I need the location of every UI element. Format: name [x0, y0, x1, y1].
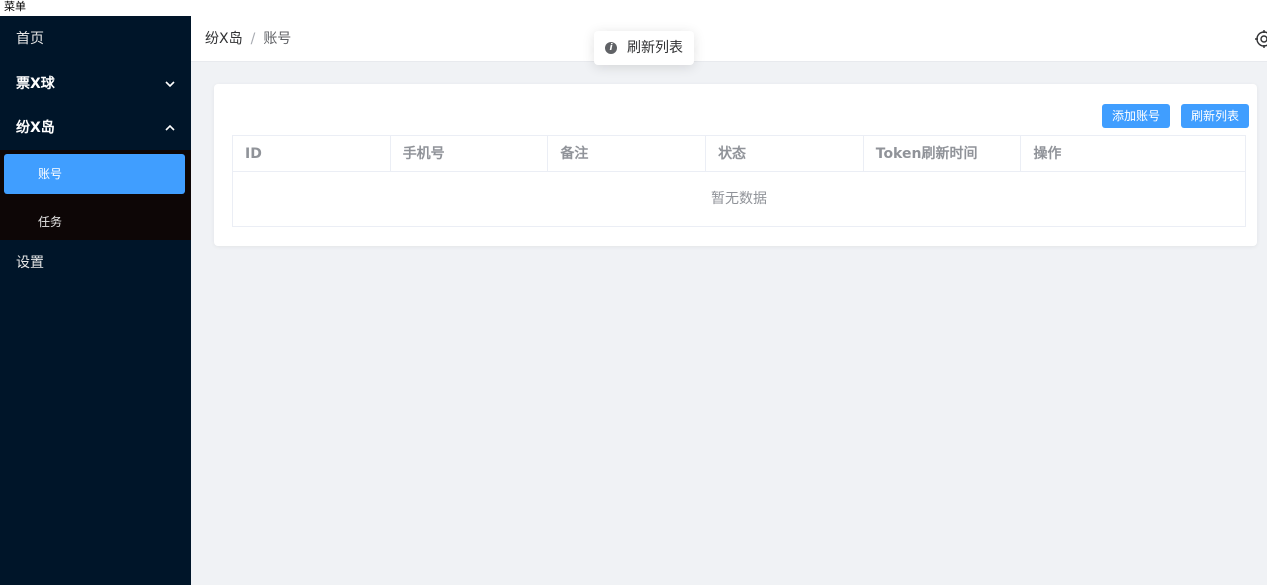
column-header-status: 状态 — [706, 136, 864, 172]
sidebar-item-accounts[interactable]: 账号 — [4, 154, 185, 194]
sidebar-item-label: 纷X岛 — [16, 120, 55, 136]
accounts-card: 添加账号 刷新列表 ID 手机号 备注 状态 Token刷新时间 操作 暂无数据 — [214, 84, 1257, 246]
sidebar-item-tasks[interactable]: 任务 — [4, 200, 185, 240]
column-header-actions: 操作 — [1033, 146, 1062, 162]
menu-title-label: 菜单 — [4, 0, 26, 13]
chevron-down-icon — [165, 62, 175, 106]
breadcrumb-current: 账号 — [263, 31, 292, 47]
sidebar: 首页 票X球 纷X岛 账号 任务 设置 — [0, 16, 191, 585]
sidebar-item-label: 首页 — [16, 31, 44, 47]
sidebar-item-fenxdao[interactable]: 纷X岛 — [0, 106, 191, 150]
breadcrumb-parent[interactable]: 纷X岛 — [205, 31, 243, 47]
header: 纷X岛 / 账号 — [191, 16, 1267, 62]
info-icon: i — [605, 42, 617, 54]
column-header-id: ID — [233, 136, 391, 172]
column-header-phone: 手机号 — [391, 136, 549, 172]
toast-message: i 刷新列表 — [594, 31, 694, 65]
breadcrumb: 纷X岛 / 账号 — [205, 16, 291, 62]
table-header: ID 手机号 备注 状态 Token刷新时间 操作 — [233, 136, 1245, 172]
sidebar-item-label: 任务 — [38, 215, 63, 229]
breadcrumb-separator: / — [250, 31, 256, 47]
sidebar-item-label: 设置 — [16, 255, 44, 271]
sidebar-item-home[interactable]: 首页 — [0, 16, 191, 62]
sidebar-item-label: 账号 — [38, 167, 63, 181]
column-header-note: 备注 — [548, 136, 707, 172]
sidebar-item-label: 票X球 — [16, 76, 55, 92]
gear-icon[interactable] — [1253, 28, 1267, 50]
add-account-button[interactable]: 添加账号 — [1102, 104, 1171, 128]
submenu-fenxdao: 账号 任务 — [0, 150, 191, 240]
sidebar-item-piaoxqiu[interactable]: 票X球 — [0, 62, 191, 106]
sidebar-item-settings[interactable]: 设置 — [0, 240, 191, 286]
table-empty-text: 暂无数据 — [711, 191, 767, 207]
accounts-table: ID 手机号 备注 状态 Token刷新时间 操作 暂无数据 — [232, 135, 1246, 227]
chevron-up-icon — [165, 106, 175, 150]
main-content: 添加账号 刷新列表 ID 手机号 备注 状态 Token刷新时间 操作 暂无数据 — [191, 62, 1267, 585]
refresh-list-button[interactable]: 刷新列表 — [1181, 104, 1250, 128]
column-header-token-refresh-time: Token刷新时间 — [864, 136, 1022, 172]
menu-title: 菜单 — [0, 0, 1267, 16]
toast-text: 刷新列表 — [627, 40, 683, 56]
